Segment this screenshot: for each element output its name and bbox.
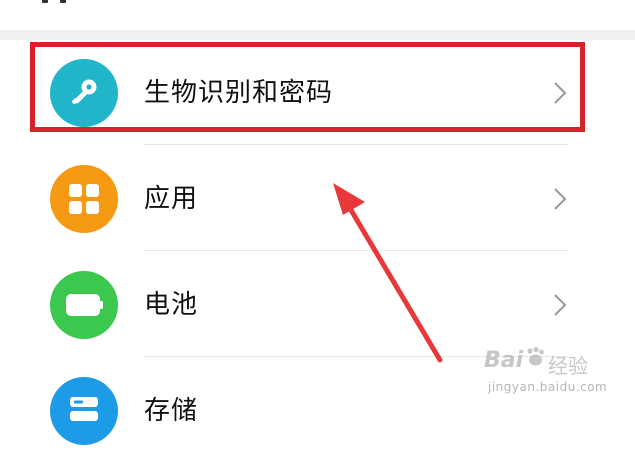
paw-icon [527, 347, 544, 366]
cut-off-text-remnant [20, 0, 80, 6]
highlight-box [30, 42, 585, 132]
watermark-cn-text: 经验 [548, 354, 588, 378]
chevron-right-icon [554, 294, 567, 316]
settings-item-label: 电池 [144, 290, 199, 320]
settings-item-label: 存储 [144, 396, 199, 426]
baidu-jingyan-watermark: Bai 经验 jingyan.baidu.com [484, 346, 608, 406]
watermark-brand: Bai [484, 348, 524, 373]
apps-grid-icon [50, 165, 118, 233]
previous-section [0, 0, 635, 30]
battery-icon [50, 271, 118, 339]
settings-item-battery[interactable]: 电池 [0, 252, 635, 358]
storage-icon [50, 377, 118, 445]
divider [144, 144, 569, 145]
section-gap [0, 30, 635, 40]
settings-item-apps[interactable]: 应用 [0, 146, 635, 252]
divider [144, 250, 569, 251]
chevron-right-icon [554, 188, 567, 210]
settings-item-label: 应用 [144, 184, 199, 214]
watermark-url: jingyan.baidu.com [488, 380, 608, 394]
